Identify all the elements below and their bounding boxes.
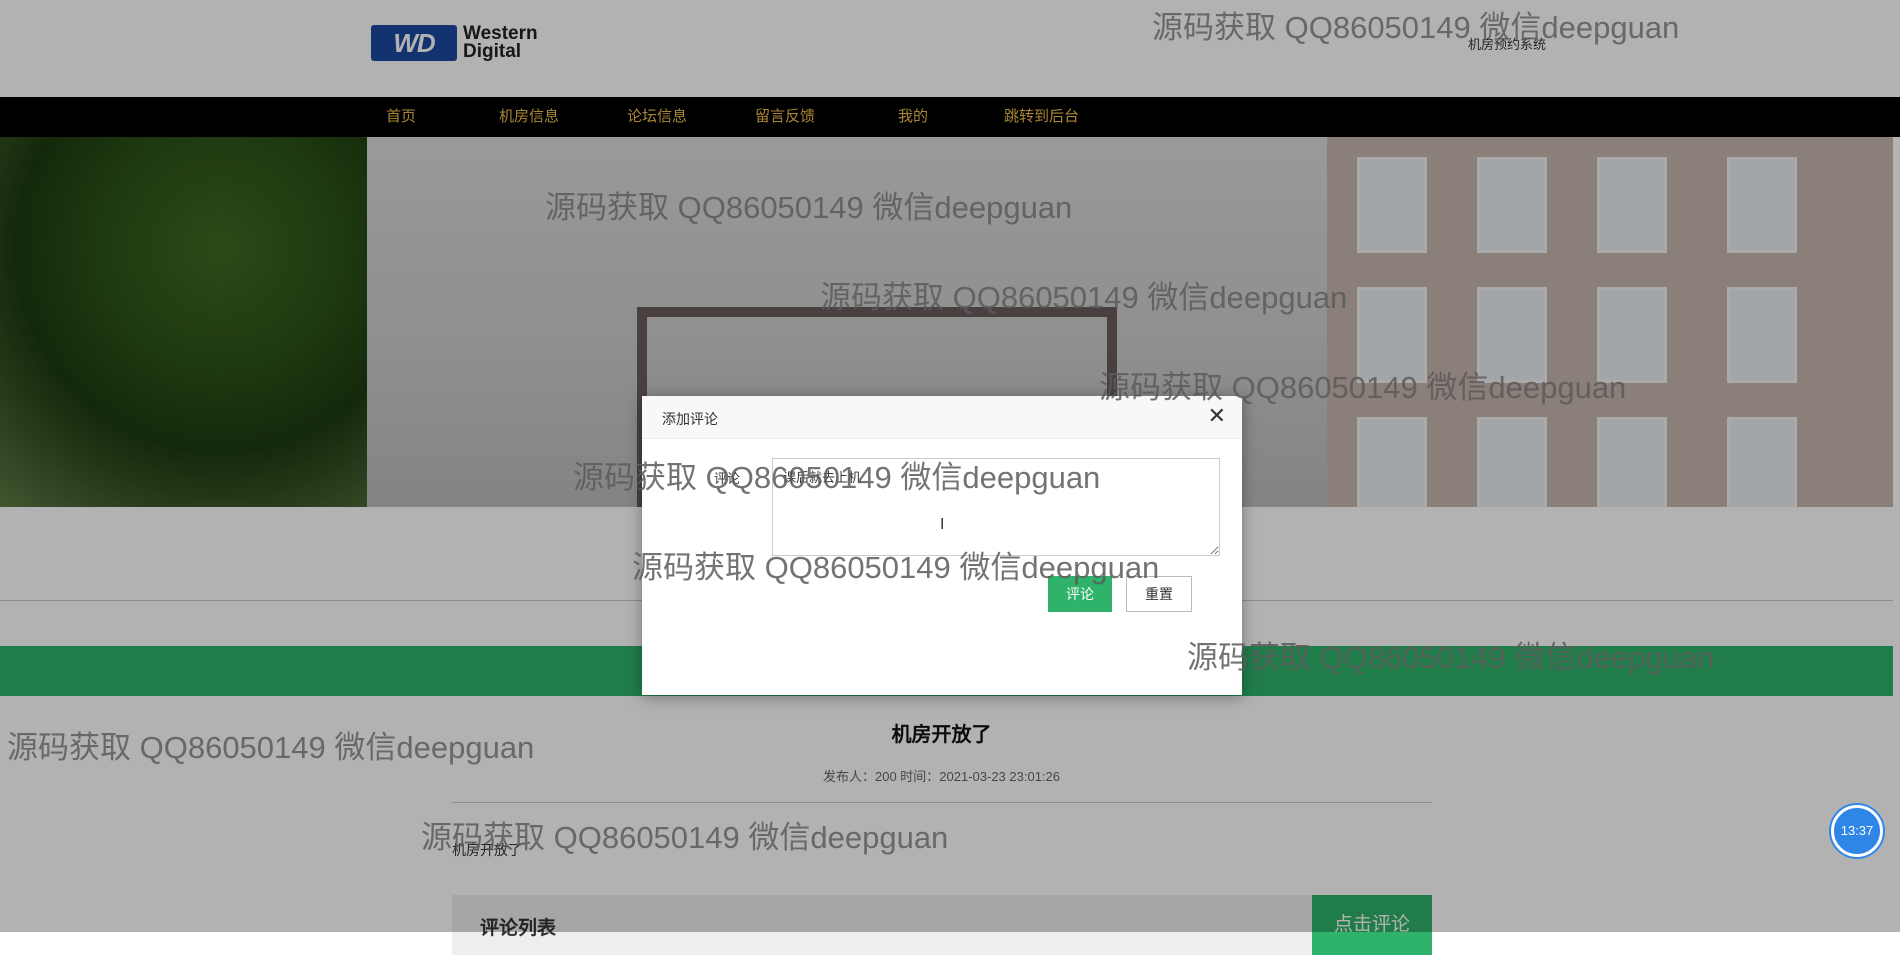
page-scrollbar[interactable] bbox=[1893, 137, 1900, 932]
add-comment-dialog: 添加评论 ✕ 评论 课后就去上机 评论 重置 bbox=[642, 396, 1242, 695]
text-cursor-icon: I bbox=[940, 516, 945, 533]
comment-field-label: 评论 bbox=[714, 471, 741, 486]
dialog-header: 添加评论 ✕ bbox=[642, 396, 1242, 439]
submit-comment-button[interactable]: 评论 bbox=[1048, 576, 1112, 612]
dialog-title: 添加评论 bbox=[662, 411, 718, 427]
reset-button[interactable]: 重置 bbox=[1126, 576, 1192, 612]
clock-widget[interactable]: 13:37 bbox=[1831, 805, 1883, 857]
comment-textarea[interactable]: 课后就去上机 bbox=[772, 458, 1220, 556]
close-icon[interactable]: ✕ bbox=[1208, 405, 1226, 427]
